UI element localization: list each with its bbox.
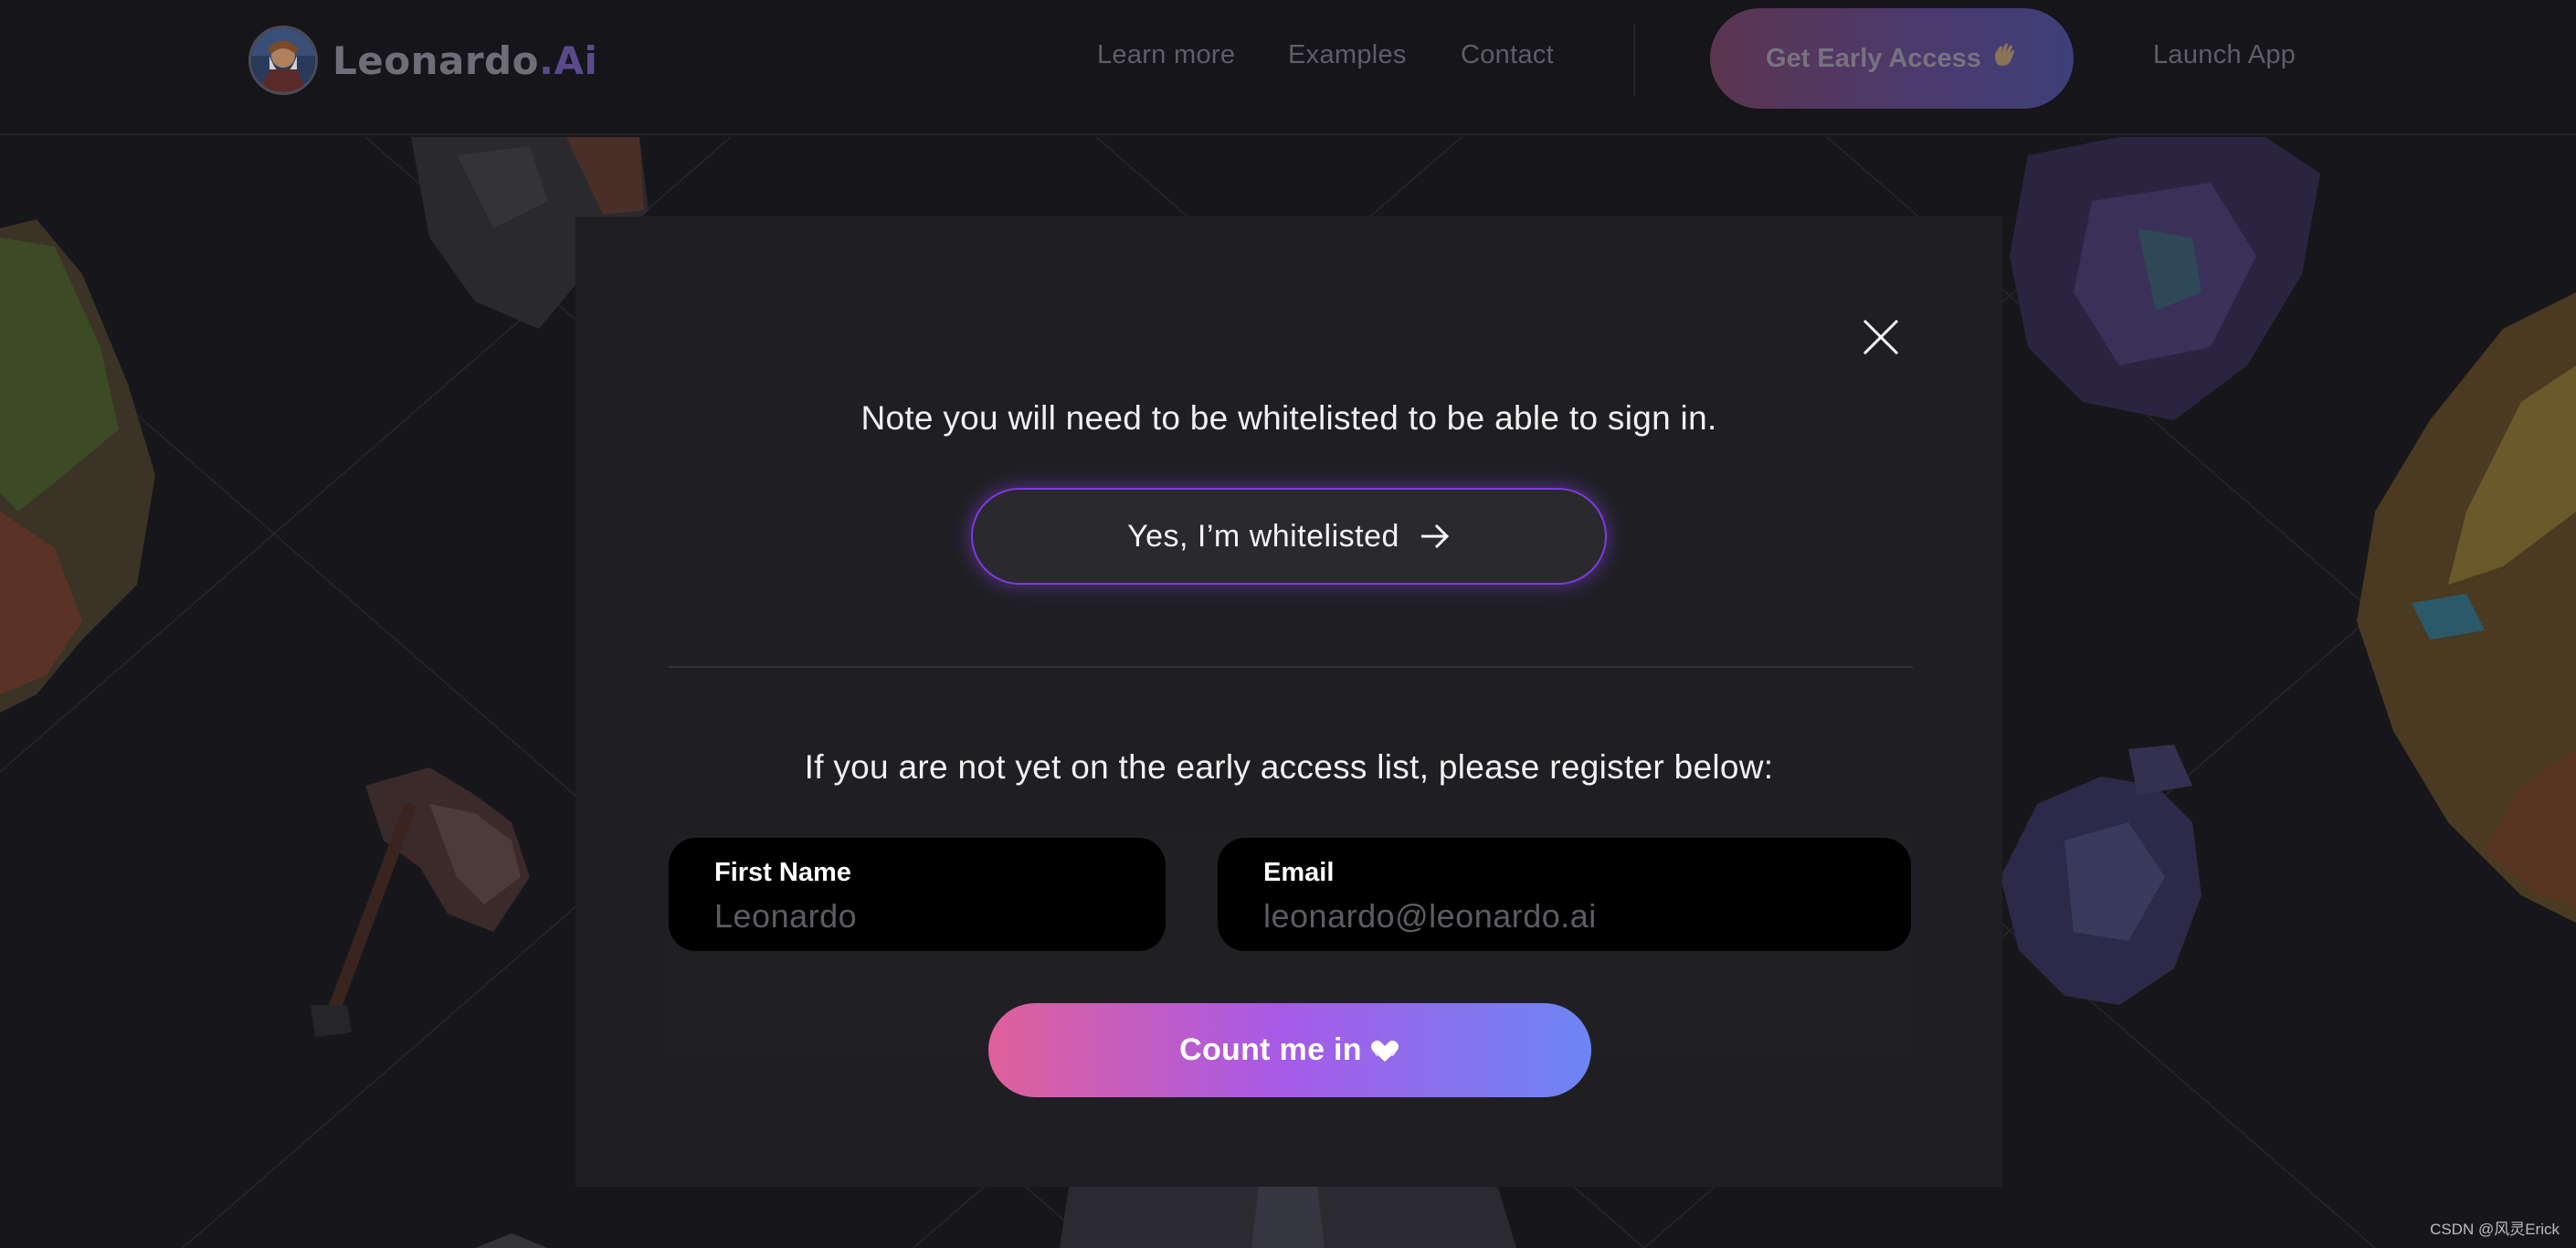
first-name-label: First Name [714,858,851,887]
email-input[interactable] [1263,894,1819,938]
register-prompt: If you are not yet on the early access l… [804,748,1774,786]
get-early-access-label: Get Early Access [1766,43,1981,73]
whitelisted-button[interactable]: Yes, I’m whitelisted [971,488,1607,585]
count-me-in-button[interactable]: Count me in [988,1003,1591,1097]
waving-hand-icon [1990,41,2018,76]
nav-divider [1633,24,1635,97]
logo-text: Leonardo.Ai [333,38,597,83]
heart-hands-icon [1369,1038,1400,1063]
early-access-modal: Note you will need to be whitelisted to … [575,217,2002,1187]
logo-text-main: Leonardo [333,37,539,83]
nav-learn-more[interactable]: Learn more [1097,40,1235,70]
email-field[interactable]: Email [1218,838,1911,951]
count-me-in-label: Count me in [1179,1032,1362,1067]
get-early-access-button[interactable]: Get Early Access [1710,8,2074,109]
arrow-right-icon [1420,523,1451,550]
first-name-field[interactable]: First Name [669,838,1166,951]
watermark: CSDN @风灵Erick [2430,1221,2560,1238]
email-label: Email [1263,858,1335,887]
first-name-input[interactable] [714,894,1113,938]
whitelist-note: Note you will need to be whitelisted to … [860,399,1717,437]
logo-text-accent: .Ai [538,37,598,83]
divider [669,666,1913,668]
logo[interactable]: Leonardo.Ai [248,26,597,95]
nav-examples[interactable]: Examples [1288,40,1407,70]
close-icon[interactable] [1861,317,1901,357]
top-navbar: Leonardo.Ai Learn more Examples Contact … [0,0,2576,135]
logo-avatar [248,26,318,95]
launch-app-link[interactable]: Launch App [2153,40,2296,70]
whitelisted-button-label: Yes, I’m whitelisted [1127,518,1399,554]
nav-contact[interactable]: Contact [1461,40,1554,70]
